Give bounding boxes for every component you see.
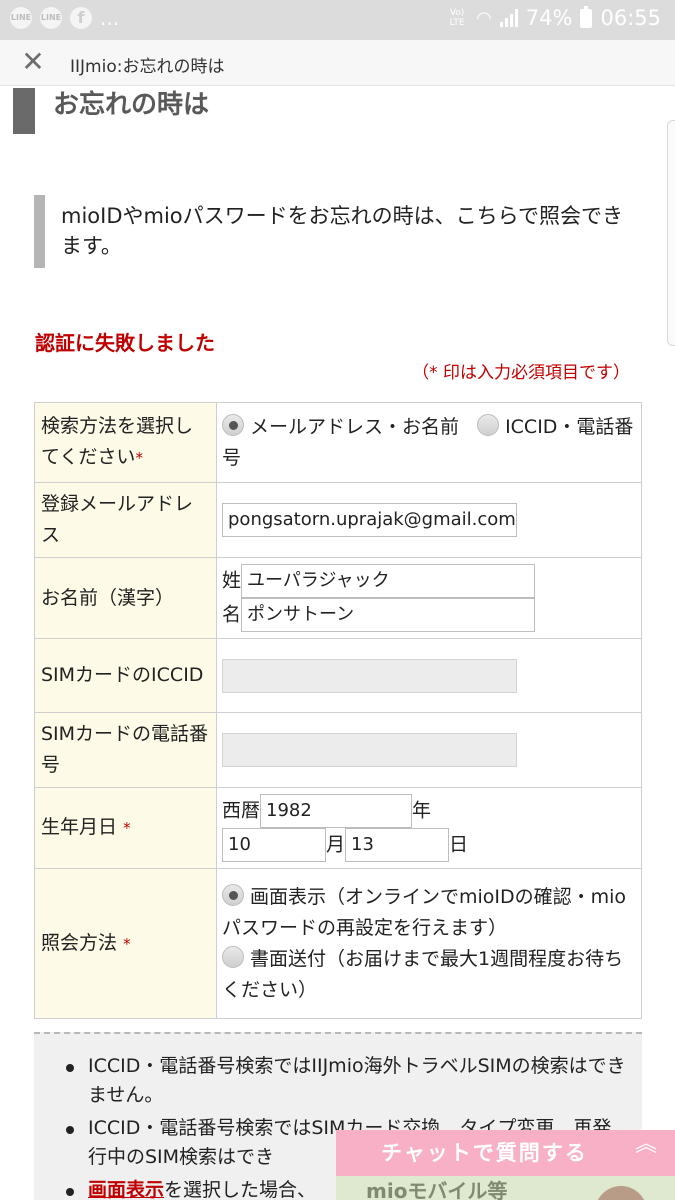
list-item: ICCID・電話番号検索ではIIJmio海外トラベルSIMの検索はできません。: [64, 1052, 626, 1110]
inquiry-method-label: 照会方法 *: [34, 868, 217, 1019]
required-note: （* 印は入力必須項目です）: [412, 363, 630, 383]
given-name-field[interactable]: ポンサトーン: [241, 598, 536, 632]
battery-icon: [580, 5, 593, 28]
given-name-label: 名: [222, 603, 242, 626]
iccid-field[interactable]: [222, 658, 517, 693]
screen-display-link[interactable]: 画面表示: [88, 1179, 164, 1200]
required-mark: *: [123, 934, 131, 953]
chat-button-label[interactable]: チャットで質問する: [336, 1130, 675, 1176]
iccid-cell: [216, 638, 642, 713]
page-title: IIJmio:お忘れの時は: [70, 57, 225, 77]
birth-year-field[interactable]: 1982: [260, 794, 413, 828]
inquiry-form: 検索方法を選択してください* メールアドレス・お名前 ICCID・電話番号 登録…: [34, 402, 642, 1019]
chevron-up-icon[interactable]: ︽: [635, 1134, 657, 1156]
radio-postal-label[interactable]: 書面送付（お届けまで最大1週間程度お待ちください）: [222, 948, 623, 1001]
name-label: お名前（漢字）: [34, 557, 217, 639]
line-app-icon: LINE: [40, 7, 62, 29]
line-app-icon: LINE: [10, 7, 32, 29]
radio-mail-name[interactable]: [222, 413, 244, 436]
more-notifications-icon: ...: [100, 6, 120, 30]
iccid-label: SIMカードのICCID: [34, 638, 217, 713]
month-unit: 月: [326, 833, 346, 856]
search-method-label: 検索方法を選択してください*: [34, 402, 217, 483]
email-cell: pongsatorn.uprajak@gmail.com: [216, 482, 642, 558]
required-mark: *: [123, 819, 131, 837]
birth-cell: 西暦 1982 年 10 月 13 日: [216, 787, 642, 869]
scrollbar-thumb[interactable]: [667, 120, 675, 346]
birth-month-field[interactable]: 10: [222, 828, 326, 862]
radio-screen-display-label[interactable]: 画面表示（オンラインでmioIDの確認・mioパスワードの再設定を行えます）: [222, 886, 626, 939]
era-label: 西暦: [222, 799, 261, 822]
radio-mail-name-label[interactable]: メールアドレス・お名前: [250, 416, 459, 438]
radio-iccid-phone[interactable]: [477, 413, 500, 436]
birth-day-field[interactable]: 13: [345, 828, 450, 862]
year-unit: 年: [412, 799, 432, 822]
chat-widget[interactable]: チャットで質問する ︽ mioモバイル等: [336, 1130, 675, 1200]
email-field[interactable]: pongsatorn.uprajak@gmail.com: [222, 503, 517, 537]
system-indicators: Vo) LTE ◠ 74% 06:55: [446, 5, 661, 30]
day-unit: 日: [449, 833, 469, 856]
search-method-field: メールアドレス・お名前 ICCID・電話番号: [216, 402, 642, 483]
facebook-icon: f: [70, 7, 92, 29]
signal-icon: [499, 9, 518, 27]
notification-icons: LINE LINE f ...: [10, 7, 119, 29]
volte-icon: Vo) LTE: [449, 8, 465, 28]
phone-label: SIMカードの電話番号: [34, 712, 217, 788]
radio-screen-display[interactable]: [222, 883, 244, 906]
family-name-field[interactable]: ユーパラジャック: [241, 564, 536, 598]
intro-text: mioIDやmioパスワードをお忘れの時は、こちらで照会できます。: [34, 195, 634, 268]
phone-cell: [216, 712, 642, 788]
phone-field[interactable]: [222, 733, 517, 767]
family-name-label: 姓: [222, 569, 242, 592]
required-mark: *: [135, 449, 143, 467]
wifi-icon: ◠: [476, 7, 492, 29]
name-cell: 姓ユーパラジャック 名ポンサトーン: [216, 557, 642, 639]
radio-postal[interactable]: [222, 945, 244, 968]
inquiry-method-cell: 画面表示（オンラインでmioIDの確認・mioパスワードの再設定を行えます） 書…: [216, 868, 642, 1019]
error-message: 認証に失敗しました: [35, 331, 215, 355]
browser-toolbar: ✕ IIJmio:お忘れの時は: [0, 40, 675, 86]
status-bar: LINE LINE f ... Vo) LTE ◠ 74% 06:55: [0, 0, 675, 40]
section-heading: お忘れの時は: [13, 88, 209, 134]
birth-label: 生年月日 *: [34, 787, 217, 869]
battery-percent: 74%: [525, 6, 573, 30]
close-icon[interactable]: ✕: [20, 48, 46, 76]
clock: 06:55: [600, 6, 661, 30]
email-label: 登録メールアドレス: [34, 482, 217, 558]
